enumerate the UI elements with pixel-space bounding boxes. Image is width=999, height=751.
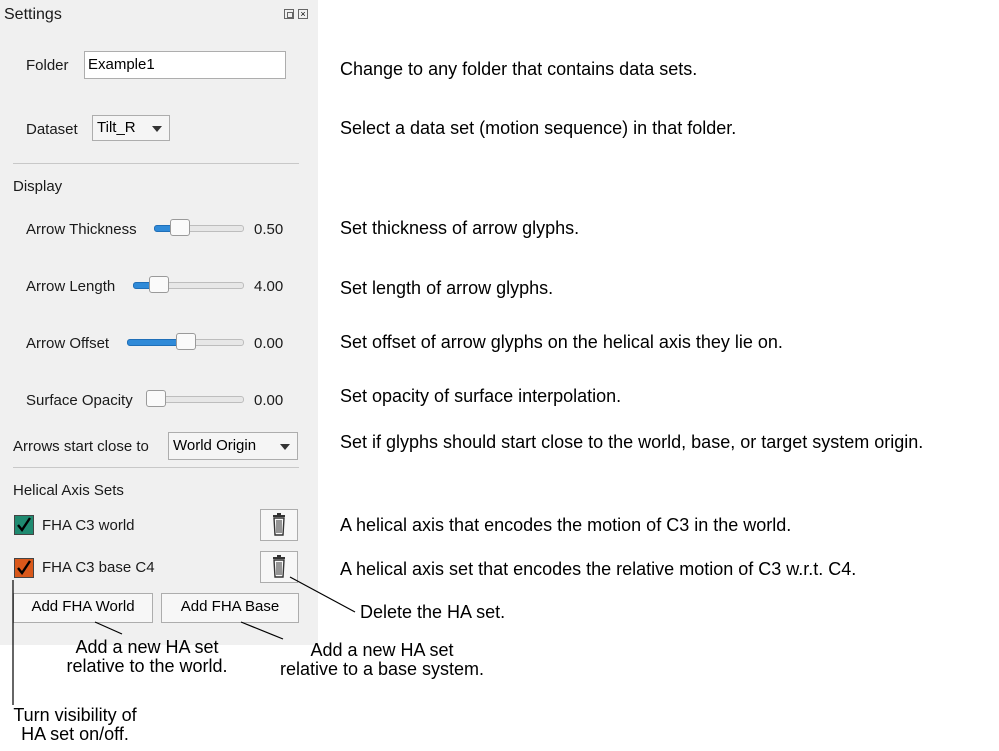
visibility-annotation-line2: HA set on/off. — [21, 724, 129, 744]
delete-annotation: Delete the HA set. — [360, 602, 506, 622]
add-world-annotation-line2: relative to the world. — [66, 656, 228, 676]
visibility-annotation: Turn visibility of HA set on/off. — [2, 706, 148, 744]
add-world-annotation: Add a new HA set relative to the world. — [52, 638, 242, 676]
add-base-annotation: Add a new HA set relative to a base syst… — [266, 641, 498, 679]
add-base-annotation-line2: relative to a base system. — [279, 659, 485, 679]
visibility-annotation-line1: Turn visibility of — [13, 705, 137, 725]
add-base-annotation-line1: Add a new HA set — [310, 640, 454, 660]
add-world-annotation-line1: Add a new HA set — [75, 637, 219, 657]
